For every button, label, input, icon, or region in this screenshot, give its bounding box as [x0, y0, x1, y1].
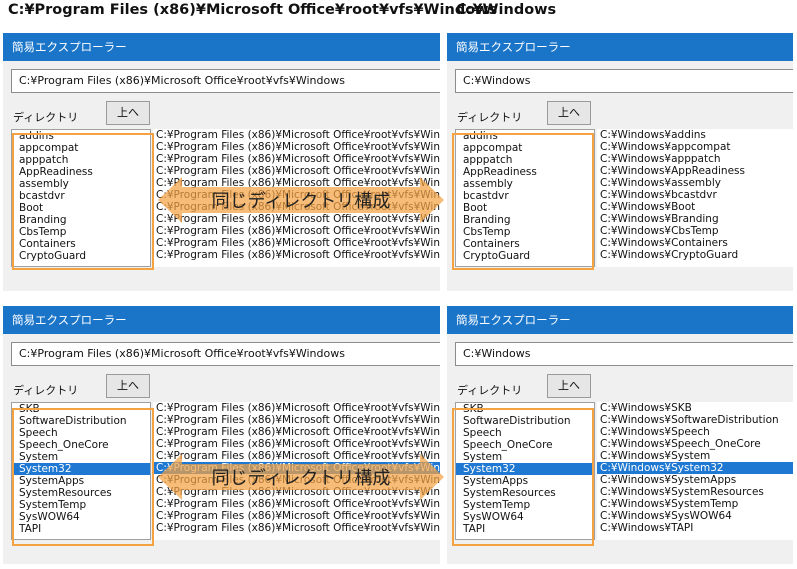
same-structure-label: 同じディレクトリ構成	[211, 468, 391, 489]
path-list-item[interactable]: C:¥Windows¥Boot	[597, 201, 793, 213]
window-title: 簡易エクスプローラー	[447, 306, 793, 334]
up-button[interactable]: 上へ	[547, 374, 591, 398]
directory-label: ディレクトリ	[13, 384, 79, 397]
path-list-item[interactable]: C:¥Windows¥appcompat	[597, 141, 793, 153]
directory-label: ディレクトリ	[13, 111, 79, 124]
highlight-frame	[12, 408, 154, 546]
highlight-frame	[452, 408, 594, 546]
path-list-item[interactable]: C:¥Program Files (x86)¥Microsoft Office¥…	[153, 414, 440, 426]
right-heading: C:¥Windows	[456, 2, 557, 18]
path-list-item[interactable]: C:¥Windows¥CbsTemp	[597, 225, 793, 237]
window-title: 簡易エクスプローラー	[3, 306, 440, 334]
path-list-item[interactable]: C:¥Program Files (x86)¥Microsoft Office¥…	[153, 426, 440, 438]
path-field[interactable]: C:¥Windows	[455, 69, 793, 93]
directory-label: ディレクトリ	[457, 384, 523, 397]
path-list-item[interactable]: C:¥Program Files (x86)¥Microsoft Office¥…	[153, 522, 440, 534]
path-list-item[interactable]: C:¥Windows¥Branding	[597, 213, 793, 225]
directory-label: ディレクトリ	[457, 111, 523, 124]
path-field[interactable]: C:¥Program Files (x86)¥Microsoft Office¥…	[11, 342, 440, 366]
window-title: 簡易エクスプローラー	[3, 33, 440, 61]
path-list-item[interactable]: C:¥Windows¥SKB	[597, 402, 793, 414]
path-list-item[interactable]: C:¥Windows¥Speech_OneCore	[597, 438, 793, 450]
path-list-item[interactable]: C:¥Windows¥SoftwareDistribution	[597, 414, 793, 426]
up-button[interactable]: 上へ	[547, 101, 591, 125]
path-list-item[interactable]: C:¥Windows¥System32	[597, 462, 793, 474]
path-list-item[interactable]: C:¥Windows¥addins	[597, 129, 793, 141]
path-list-item[interactable]: C:¥Program Files (x86)¥Microsoft Office¥…	[153, 141, 440, 153]
left-heading: C:¥Program Files (x86)¥Microsoft Office¥…	[8, 2, 498, 18]
highlight-frame	[452, 133, 594, 270]
up-button[interactable]: 上へ	[106, 374, 150, 398]
path-listbox[interactable]: C:¥Windows¥addins C:¥Windows¥appcompat C:¥…	[597, 129, 793, 267]
up-button[interactable]: 上へ	[106, 101, 150, 125]
path-list-item[interactable]: C:¥Program Files (x86)¥Microsoft Office¥…	[153, 237, 440, 249]
path-list-item[interactable]: C:¥Windows¥TAPI	[597, 522, 793, 534]
path-list-item[interactable]: C:¥Windows¥SystemResources	[597, 486, 793, 498]
window-title: 簡易エクスプローラー	[447, 33, 793, 61]
path-field[interactable]: C:¥Windows	[455, 342, 793, 366]
path-list-item[interactable]: C:¥Windows¥SysWOW64	[597, 510, 793, 522]
path-list-item[interactable]: C:¥Windows¥AppReadiness	[597, 165, 793, 177]
path-list-item[interactable]: C:¥Program Files (x86)¥Microsoft Office¥…	[153, 402, 440, 414]
path-list-item[interactable]: C:¥Program Files (x86)¥Microsoft Office¥…	[153, 249, 440, 261]
path-list-item[interactable]: C:¥Windows¥Speech	[597, 426, 793, 438]
path-listbox[interactable]: C:¥Windows¥SKB C:¥Windows¥SoftwareDistrib…	[597, 402, 793, 540]
path-list-item[interactable]: C:¥Windows¥assembly	[597, 177, 793, 189]
path-list-item[interactable]: C:¥Program Files (x86)¥Microsoft Office¥…	[153, 225, 440, 237]
path-list-item[interactable]: C:¥Program Files (x86)¥Microsoft Office¥…	[153, 438, 440, 450]
path-list-item[interactable]: C:¥Windows¥apppatch	[597, 153, 793, 165]
path-list-item[interactable]: C:¥Windows¥Containers	[597, 237, 793, 249]
path-list-item[interactable]: C:¥Windows¥System	[597, 450, 793, 462]
path-list-item[interactable]: C:¥Windows¥CryptoGuard	[597, 249, 793, 261]
path-list-item[interactable]: C:¥Windows¥bcastdvr	[597, 189, 793, 201]
path-list-item[interactable]: C:¥Program Files (x86)¥Microsoft Office¥…	[153, 510, 440, 522]
path-list-item[interactable]: C:¥Program Files (x86)¥Microsoft Office¥…	[153, 153, 440, 165]
path-list-item[interactable]: C:¥Windows¥SystemApps	[597, 474, 793, 486]
highlight-frame	[12, 133, 154, 270]
path-field[interactable]: C:¥Program Files (x86)¥Microsoft Office¥…	[11, 69, 440, 93]
path-list-item[interactable]: C:¥Windows¥SystemTemp	[597, 498, 793, 510]
path-list-item[interactable]: C:¥Program Files (x86)¥Microsoft Office¥…	[153, 129, 440, 141]
same-structure-label: 同じディレクトリ構成	[211, 191, 391, 212]
